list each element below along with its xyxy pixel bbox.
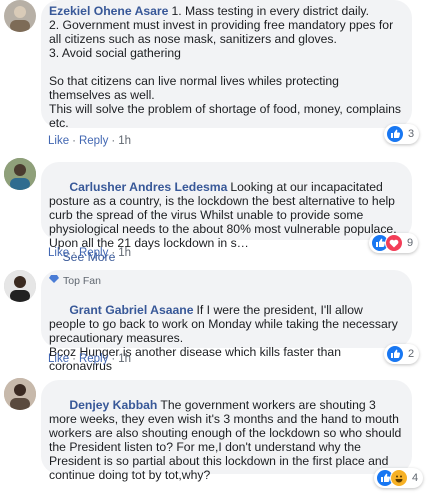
- comment-actions: Like · Reply · 1h: [48, 247, 131, 259]
- top-fan-badge: Top Fan: [49, 274, 402, 288]
- reaction-count: 9: [407, 237, 414, 249]
- separator: ·: [72, 247, 76, 259]
- reaction-summary[interactable]: 9: [369, 233, 419, 253]
- comment-actions: Like · Reply · 1h: [48, 353, 131, 365]
- like-reaction-icon: [386, 345, 404, 363]
- timestamp[interactable]: 1h: [118, 353, 131, 365]
- reaction-count: 3: [408, 128, 415, 140]
- comment-text: 2. Government must invest in providing f…: [49, 18, 394, 46]
- comment-author[interactable]: Grant Gabriel Asaane: [69, 303, 193, 317]
- separator: ·: [72, 353, 76, 365]
- separator: ·: [111, 247, 116, 259]
- like-link[interactable]: Like: [48, 135, 69, 147]
- reply-link[interactable]: Reply: [79, 247, 108, 259]
- comment-text: 3. Avoid social gathering: [49, 46, 181, 60]
- reply-link[interactable]: Reply: [79, 135, 108, 147]
- badge-label: Top Fan: [63, 275, 101, 287]
- comment-bubble: Top Fan Grant Gabriel Asaane If I were th…: [41, 270, 412, 373]
- timestamp[interactable]: 1h: [118, 247, 131, 259]
- comment-author[interactable]: Ezekiel Ohene Asare: [49, 4, 168, 18]
- separator: ·: [111, 353, 116, 365]
- reply-link[interactable]: Reply: [79, 353, 108, 365]
- timestamp[interactable]: 1h: [118, 135, 131, 147]
- avatar[interactable]: [4, 378, 36, 410]
- separator: ·: [111, 135, 116, 147]
- love-reaction-icon: [385, 234, 403, 252]
- reaction-summary[interactable]: 2: [384, 344, 420, 364]
- comment-author[interactable]: Carlusher Andres Ledesma: [69, 180, 227, 194]
- reaction-count: 2: [408, 348, 415, 360]
- comment-text: So that citizens can live normal lives w…: [49, 74, 339, 102]
- like-link[interactable]: Like: [48, 353, 69, 365]
- diamond-icon: [49, 274, 59, 288]
- separator: ·: [72, 135, 76, 147]
- comment-actions: Like · Reply · 1h: [48, 135, 131, 147]
- comment-text: 1. Mass testing in every district daily.: [171, 4, 370, 18]
- comment-author[interactable]: Denjey Kabbah: [69, 398, 157, 412]
- like-link[interactable]: Like: [48, 247, 69, 259]
- reaction-count: 4: [412, 472, 419, 484]
- comment-text: This will solve the problem of shortage …: [49, 102, 402, 130]
- avatar[interactable]: [4, 158, 36, 190]
- like-reaction-icon: [386, 125, 404, 143]
- reaction-summary[interactable]: 3: [384, 124, 420, 144]
- avatar[interactable]: [4, 270, 36, 302]
- comment-bubble: Ezekiel Ohene Asare 1. Mass testing in ev…: [41, 0, 412, 130]
- haha-reaction-icon: [390, 469, 408, 487]
- comment-bubble: Denjey Kabbah The government workers are …: [41, 380, 412, 482]
- reaction-summary[interactable]: 4: [374, 468, 424, 488]
- comment-bubble: Carlusher Andres Ledesma Looking at our i…: [41, 162, 412, 264]
- avatar[interactable]: [4, 0, 36, 32]
